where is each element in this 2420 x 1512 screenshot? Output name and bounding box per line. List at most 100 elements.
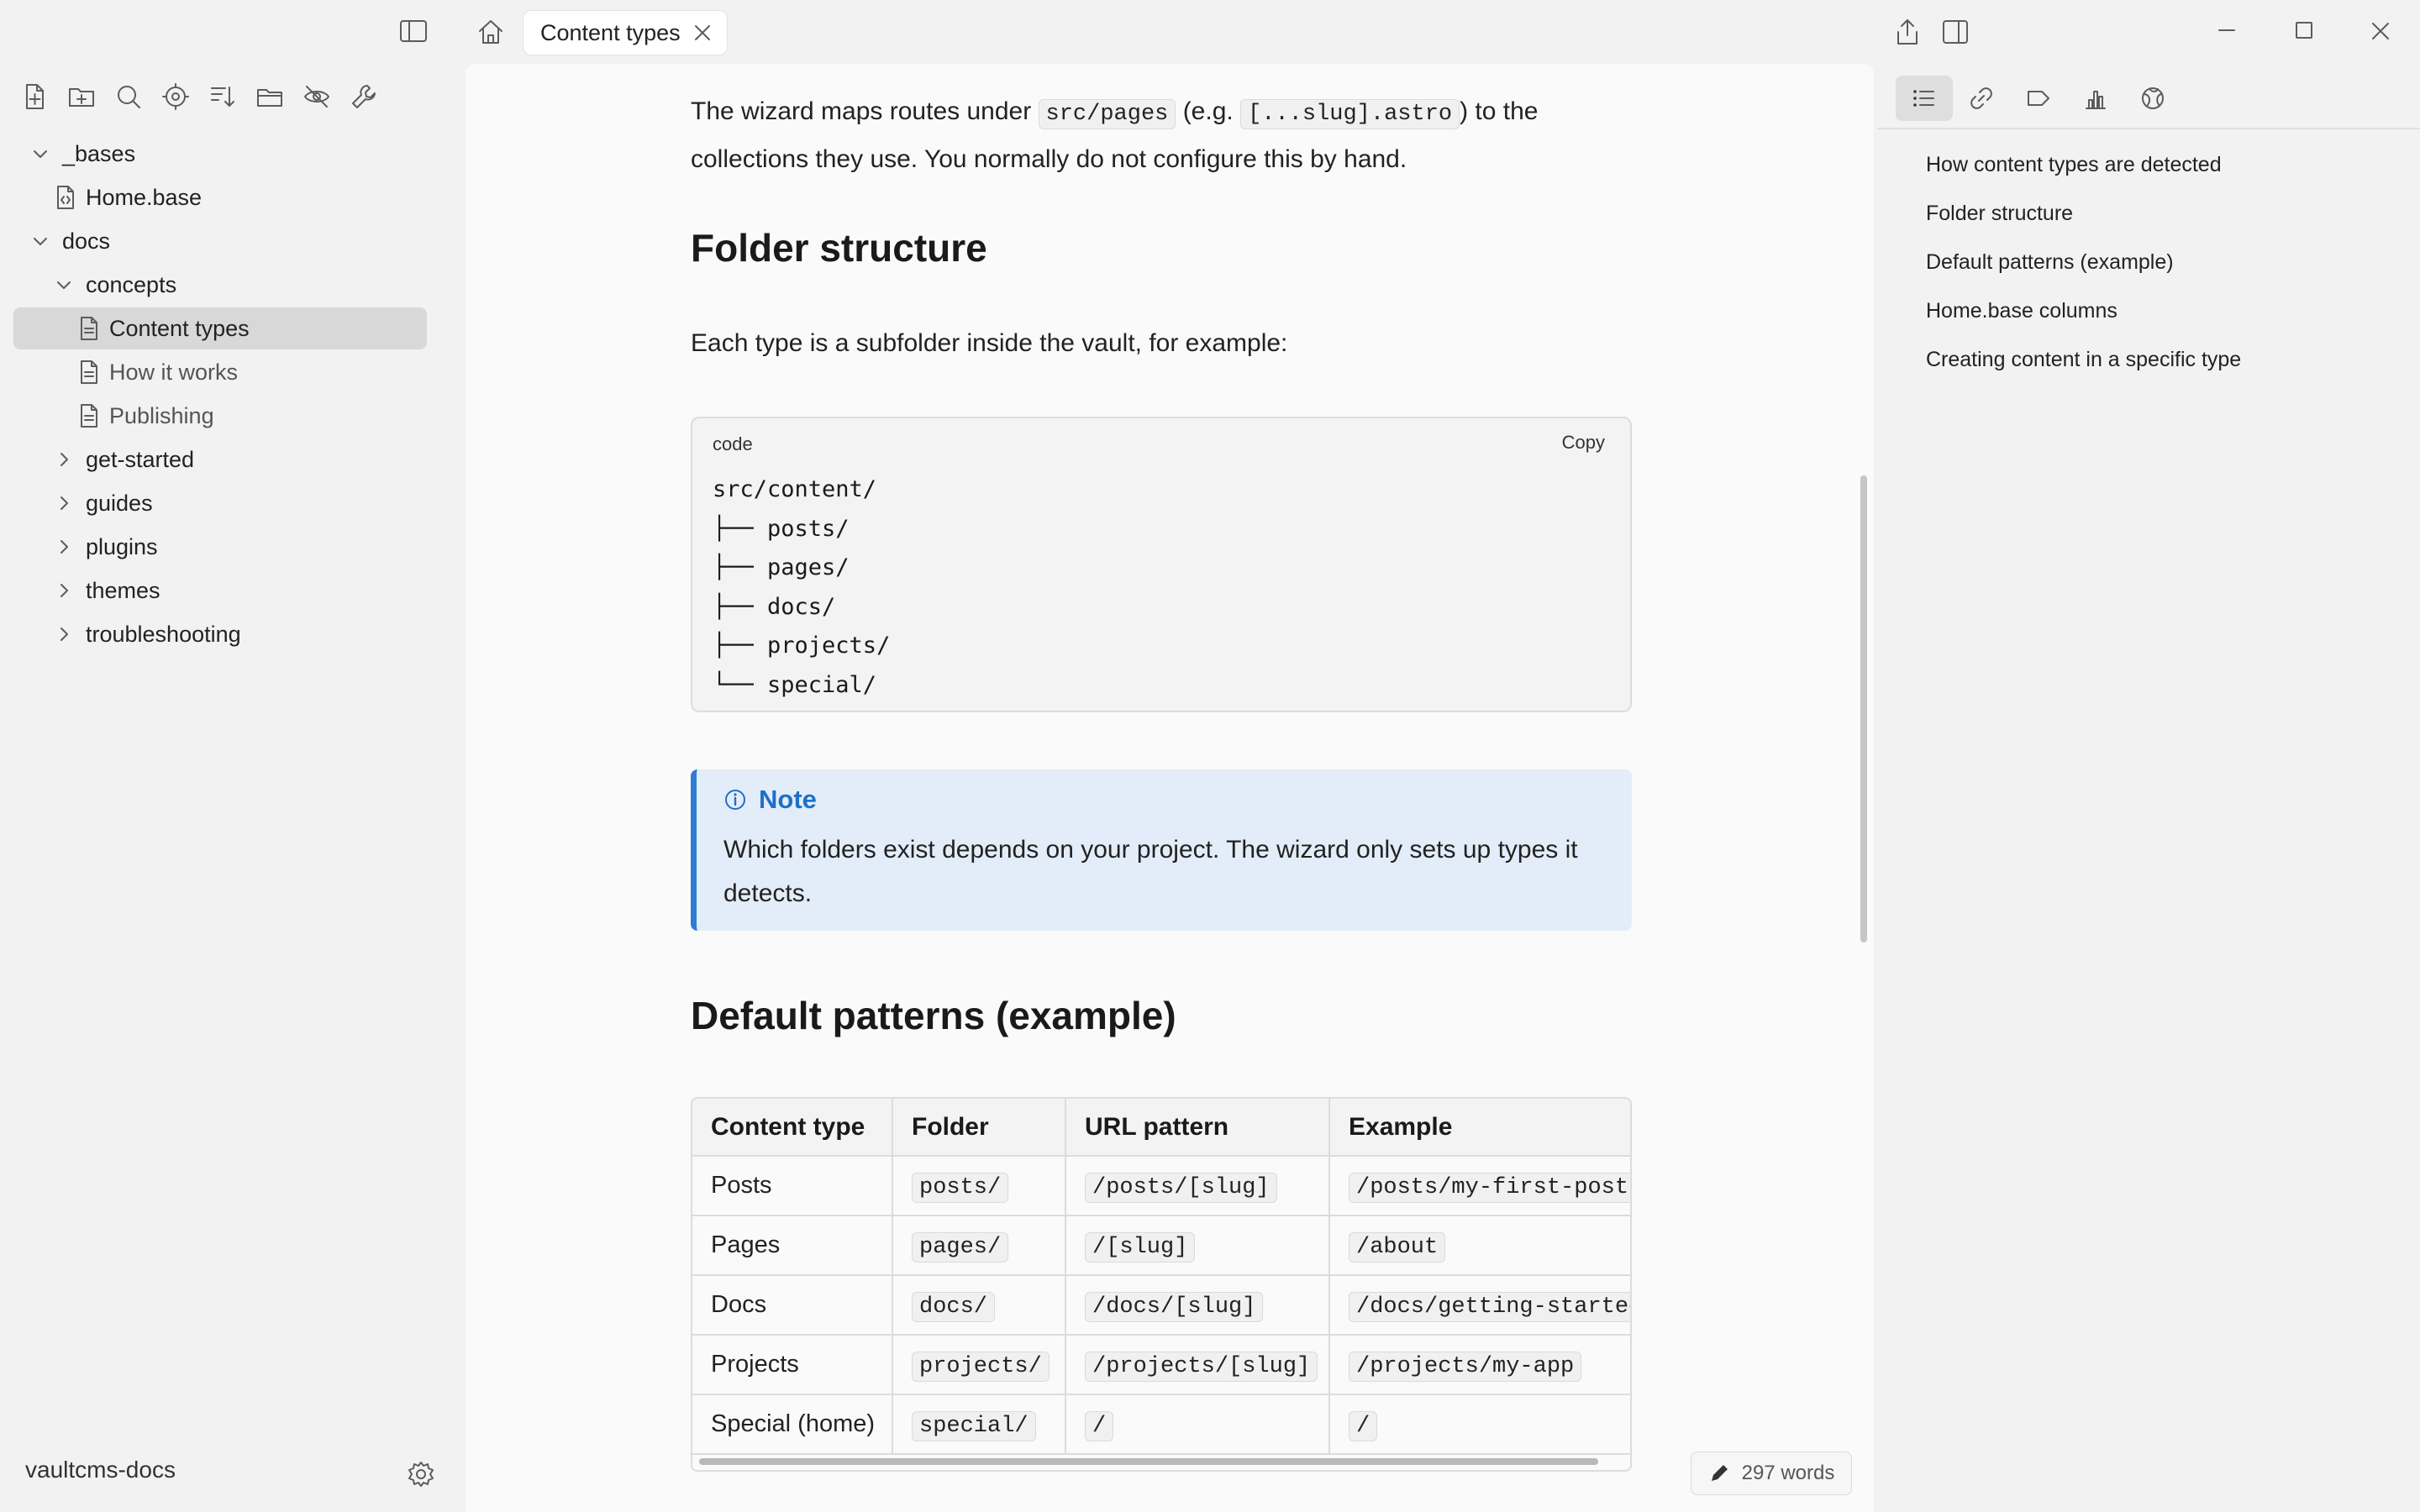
- code-block: code Copy src/content/ ├── posts/ ├── pa…: [691, 417, 1632, 712]
- chevron-down-icon: [54, 275, 74, 295]
- tree-folder-themes[interactable]: themes: [13, 570, 427, 612]
- outline-sidebar: How content types are detected Folder st…: [1877, 64, 2420, 1512]
- note-callout: Note Which folders exist depends on your…: [691, 769, 1632, 931]
- code-language-label: code: [713, 433, 753, 454]
- cell-folder: pages/: [892, 1215, 1066, 1276]
- table-row: Special (home) special/ / /: [692, 1394, 1630, 1455]
- cell-example: /about: [1329, 1215, 1630, 1276]
- close-tab-icon[interactable]: [692, 22, 713, 44]
- heading-default-patterns: Default patterns (example): [691, 994, 1176, 1037]
- new-note-icon[interactable]: [20, 82, 49, 111]
- callout-title: Note: [723, 785, 817, 815]
- minimize-window-icon[interactable]: [2217, 20, 2237, 40]
- editor-pane: The wizard maps routes under src/pages (…: [466, 64, 1874, 1512]
- tree-file-home-base[interactable]: Home.base: [13, 176, 427, 218]
- cell-example: /projects/my-app: [1329, 1335, 1630, 1395]
- vault-switcher[interactable]: vaultcms-docs: [25, 1457, 176, 1483]
- folder-paragraph: Each type is a subfolder inside the vaul…: [691, 329, 1288, 357]
- tree-item-label: plugins: [86, 533, 158, 559]
- gear-icon[interactable]: [407, 1460, 435, 1488]
- wrench-icon[interactable]: [350, 82, 378, 111]
- chevron-right-icon: [54, 624, 74, 644]
- collapse-all-icon[interactable]: [255, 82, 284, 111]
- cell-folder: posts/: [892, 1156, 1066, 1216]
- outline-item[interactable]: Creating content in a specific type: [1926, 348, 2241, 372]
- column-header: Content type: [692, 1099, 893, 1157]
- table-horizontal-scrollbar[interactable]: [699, 1458, 1598, 1465]
- new-folder-icon[interactable]: [67, 82, 96, 111]
- cell-url-pattern: /posts/[slug]: [1065, 1156, 1330, 1216]
- tab-tags[interactable]: [2010, 76, 2067, 121]
- tree-item-label: get-started: [86, 446, 195, 472]
- close-window-icon[interactable]: [2370, 20, 2391, 42]
- pencil-icon: [1708, 1462, 1730, 1484]
- maximize-window-icon[interactable]: [2294, 20, 2314, 40]
- tree-item-label: themes: [86, 577, 160, 603]
- tree-file-publishing[interactable]: Publishing: [13, 395, 427, 437]
- tree-folder-plugins[interactable]: plugins: [13, 526, 427, 568]
- tree-item-label: How it works: [109, 359, 239, 385]
- cell-example: /posts/my-first-post: [1329, 1156, 1630, 1216]
- tree-file-how-it-works[interactable]: How it works: [13, 351, 427, 393]
- patterns-table: Content type Folder URL pattern Example …: [692, 1099, 1630, 1455]
- share-icon[interactable]: [1894, 17, 1921, 47]
- reveal-active-file-icon[interactable]: [161, 82, 190, 111]
- editor-scrollbar[interactable]: [1860, 475, 1867, 942]
- outline-item[interactable]: How content types are detected: [1926, 153, 2222, 177]
- tag-icon: [2025, 85, 2052, 112]
- tab-backlinks[interactable]: [1953, 76, 2010, 121]
- bar-chart-icon: [2082, 85, 2109, 112]
- heading-folder-structure: Folder structure: [691, 226, 987, 270]
- outline-item[interactable]: Folder structure: [1926, 202, 2073, 226]
- toggle-left-sidebar-icon[interactable]: [398, 18, 429, 44]
- list-icon: [1911, 85, 1938, 112]
- tab-graph[interactable]: [2124, 76, 2181, 121]
- tab-stats[interactable]: [2067, 76, 2124, 121]
- base-file-icon: [54, 184, 77, 211]
- chevron-down-icon: [30, 144, 50, 164]
- tab-outline[interactable]: [1896, 76, 1953, 121]
- tree-folder-bases[interactable]: _bases: [13, 133, 427, 175]
- copy-code-button[interactable]: Copy: [1562, 432, 1605, 454]
- tree-folder-docs[interactable]: docs: [13, 220, 427, 262]
- toggle-right-sidebar-icon[interactable]: [1941, 18, 1970, 45]
- tree-item-label: guides: [86, 490, 153, 516]
- tree-folder-guides[interactable]: guides: [13, 482, 427, 524]
- column-header: Folder: [892, 1099, 1066, 1157]
- chevron-down-icon: [30, 231, 50, 251]
- cell-content-type: Docs: [692, 1275, 893, 1336]
- table-row: Docs docs/ /docs/[slug] /docs/getting-st…: [692, 1275, 1630, 1336]
- tree-item-label: docs: [62, 228, 111, 254]
- tree-folder-concepts[interactable]: concepts: [13, 264, 427, 306]
- tree-folder-troubleshooting[interactable]: troubleshooting: [13, 613, 427, 655]
- cell-content-type: Posts: [692, 1156, 893, 1216]
- outline-item[interactable]: Default patterns (example): [1926, 250, 2174, 275]
- tree-file-content-types[interactable]: Content types: [13, 307, 427, 349]
- hide-files-icon[interactable]: [302, 82, 331, 111]
- table-row: Posts posts/ /posts/[slug] /posts/my-fir…: [692, 1156, 1630, 1216]
- home-icon[interactable]: [476, 17, 506, 47]
- sort-icon[interactable]: [208, 82, 237, 111]
- patterns-table-container[interactable]: Content type Folder URL pattern Example …: [691, 1097, 1632, 1472]
- table-row: Pages pages/ /[slug] /about: [692, 1215, 1630, 1276]
- file-explorer-sidebar: _bases Home.base docs concepts Content t…: [0, 64, 464, 1512]
- tree-item-label: Content types: [109, 315, 250, 341]
- tree-item-label: Home.base: [86, 184, 203, 210]
- tab-content-types[interactable]: Content types: [523, 10, 728, 55]
- file-explorer-toolbar: [20, 82, 378, 111]
- right-sidebar-tabs: [1896, 76, 2181, 121]
- file-icon: [77, 402, 101, 429]
- tree-item-label: concepts: [86, 271, 177, 297]
- word-count-status: 297 words: [1691, 1452, 1852, 1495]
- search-icon[interactable]: [114, 82, 143, 111]
- inline-code: src/pages: [1038, 99, 1176, 129]
- intro-paragraph: The wizard maps routes under src/pages (…: [691, 97, 1539, 173]
- outline-item[interactable]: Home.base columns: [1926, 299, 2118, 323]
- file-icon: [77, 359, 101, 386]
- tree-item-label: Publishing: [109, 402, 214, 428]
- cell-url-pattern: /: [1065, 1394, 1330, 1455]
- cell-url-pattern: /[slug]: [1065, 1215, 1330, 1276]
- tree-folder-get-started[interactable]: get-started: [13, 438, 427, 480]
- divider: [1877, 128, 2420, 129]
- globe-icon: [2139, 85, 2166, 112]
